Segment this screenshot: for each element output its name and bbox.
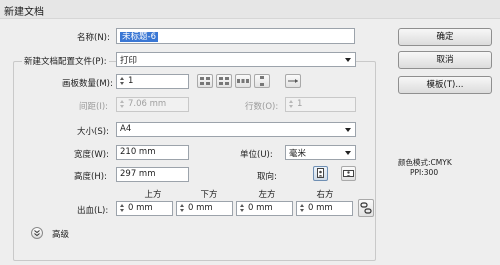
ppi-info: PPI:300 (410, 168, 439, 177)
bleed-right-value: 0 mm (308, 203, 333, 213)
cancel-button[interactable]: 取消 (398, 51, 492, 69)
units-value: 毫米 (289, 149, 307, 159)
name-label: 名称(N): (77, 33, 110, 43)
columns-value: 1 (297, 99, 303, 109)
arrange-by-column-icon[interactable] (254, 74, 270, 88)
bleed-right-input[interactable]: 0 mm (296, 201, 353, 216)
bleed-bottom-input[interactable]: 0 mm (176, 201, 233, 216)
size-value: A4 (120, 124, 132, 134)
chevron-down-icon (345, 128, 351, 132)
chevron-down-icon (345, 58, 351, 62)
arrange-by-row-icon[interactable] (235, 74, 251, 88)
name-value: 未标题-6 (120, 32, 158, 42)
orientation-label: 取向: (257, 172, 277, 182)
height-input[interactable]: 297 mm (116, 167, 189, 182)
bleed-right-label: 右方 (316, 190, 334, 200)
name-input[interactable]: 未标题-6 (116, 28, 355, 44)
units-select[interactable]: 毫米 (285, 145, 356, 160)
width-input[interactable]: 210 mm (116, 145, 189, 160)
width-value: 210 mm (120, 147, 156, 157)
profile-label: 新建文档配置文件(P): (22, 55, 109, 67)
width-label: 宽度(W): (74, 150, 109, 160)
artboard-count-label: 画板数量(M): (62, 79, 113, 89)
artboard-count-input[interactable]: 1 (116, 74, 189, 89)
bleed-top-value: 0 mm (128, 203, 153, 213)
window-title: 新建文档 (4, 7, 44, 18)
stepper-arrows-icon (118, 99, 125, 110)
templates-button[interactable]: 模板(T)... (398, 76, 492, 94)
units-label: 单位(U): (240, 150, 273, 160)
new-document-dialog: 新建文档 名称(N): 未标题-6 确定 取消 模板(T)... 新建文档配置文… (0, 0, 500, 265)
stepper-arrows-icon[interactable] (118, 76, 125, 87)
right-to-left-icon[interactable] (285, 74, 301, 88)
expand-advanced-icon[interactable] (31, 227, 43, 239)
stepper-arrows-icon[interactable] (238, 203, 245, 214)
profile-value: 打印 (120, 56, 138, 66)
grid-by-row-icon[interactable] (197, 74, 213, 88)
portrait-icon[interactable] (313, 166, 328, 181)
stepper-arrows-icon[interactable] (118, 203, 125, 214)
stepper-arrows-icon (287, 99, 294, 110)
stepper-arrows-icon[interactable] (178, 203, 185, 214)
ok-button[interactable]: 确定 (398, 28, 492, 46)
size-select[interactable]: A4 (116, 122, 356, 137)
columns-input: 1 (285, 97, 356, 112)
bleed-label: 出血(L): (77, 206, 109, 216)
title-bar: 新建文档 (0, 0, 500, 19)
chevron-down-icon (345, 151, 351, 155)
artboard-count-value: 1 (128, 76, 134, 86)
columns-label: 行数(O): (245, 102, 279, 112)
size-label: 大小(S): (77, 127, 109, 137)
bleed-left-input[interactable]: 0 mm (236, 201, 293, 216)
bleed-left-label: 左方 (258, 190, 276, 200)
link-bleed-icon[interactable] (358, 199, 374, 217)
bleed-top-input[interactable]: 0 mm (116, 201, 173, 216)
grid-by-column-icon[interactable] (216, 74, 232, 88)
landscape-icon[interactable] (341, 166, 356, 181)
height-label: 高度(H): (74, 172, 107, 182)
bleed-bottom-label: 下方 (200, 190, 218, 200)
spacing-label: 间距(I): (79, 102, 109, 112)
bleed-bottom-value: 0 mm (188, 203, 213, 213)
bleed-left-value: 0 mm (248, 203, 273, 213)
color-mode-info: 颜色模式:CMYK (398, 158, 452, 167)
spacing-input: 7.06 mm (116, 97, 189, 112)
stepper-arrows-icon[interactable] (298, 203, 305, 214)
bleed-top-label: 上方 (144, 190, 162, 200)
advanced-label: 高级 (52, 230, 70, 240)
spacing-value: 7.06 mm (128, 99, 167, 109)
profile-select[interactable]: 打印 (116, 52, 356, 67)
height-value: 297 mm (120, 169, 156, 179)
